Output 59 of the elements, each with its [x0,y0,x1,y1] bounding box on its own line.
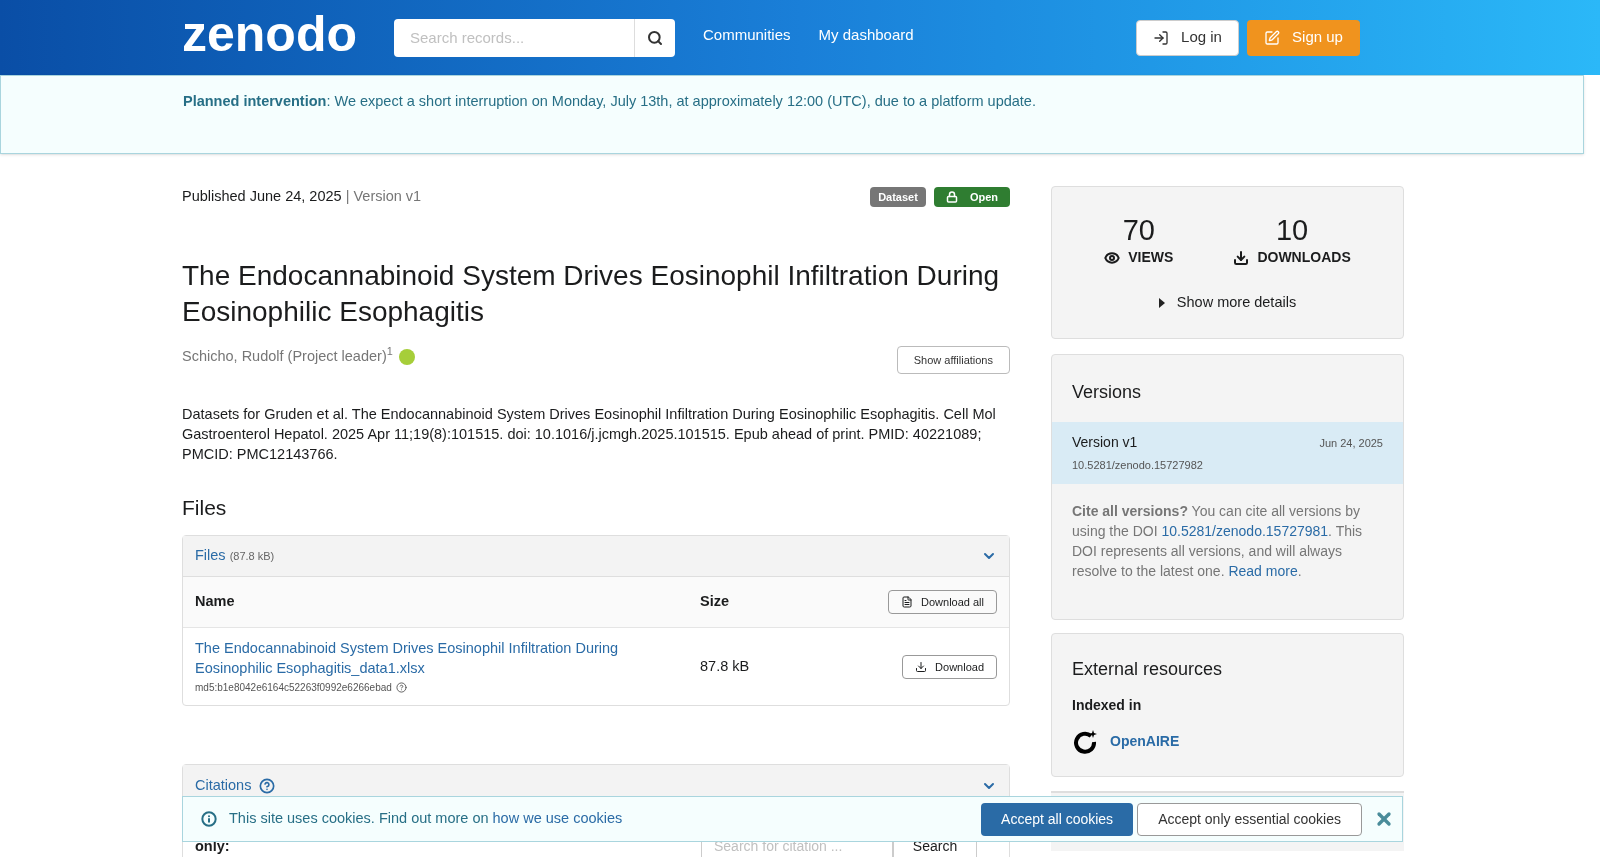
lock-icon [945,190,958,203]
help-icon[interactable] [395,682,407,694]
column-header: Size [700,592,729,612]
close-icon[interactable] [1374,809,1394,829]
help-icon[interactable] [259,778,276,795]
openaire-logo-icon [1072,728,1098,754]
cookie-policy-link[interactable]: how we use cookies [492,810,623,827]
panel-title[interactable]: Files [195,545,226,568]
search-button[interactable] [634,18,675,57]
version-item[interactable]: Version v1 Jun 24, 2025 10.5281/zenodo.15727982 [1052,422,1403,484]
stat-value: 10 [1275,215,1309,245]
record-title: The Endocannabinoid System Drives Eosinophil Infiltration During Eosinophilic Esophagitis [182,258,1001,329]
file-size: 87.8 kB [700,656,750,676]
info-icon [201,811,217,827]
version-label: Version v1 [1072,433,1138,452]
download-all-button[interactable]: Download all [888,590,997,615]
stat-label: VIEWS [1104,247,1174,268]
section-heading: Files [182,494,228,521]
file-link[interactable]: The Endocannabinoid System Drives Eosinophil Infiltration During Eosinophilic Esophagitis_data1.xlsx [195,638,684,679]
description: Datasets for Gruden et al. The Endocannabinoid System Drives Eosinophil Infiltration During Eosinophilic Esophagitis. Cell Mol Gastroenterol Hepatol. 2025 Apr 11;19(8):101515. doi: 10.1016/j.jcmgh.2025.101515. Epub ahead of print. PMID: 40221089; PMCID: PMC12143766. [182,404,997,464]
login-icon [1153,29,1170,46]
download-button[interactable]: Download [902,654,997,679]
announcement-text: Planned intervention: We expect a short interruption on Monday, July 13th, at approximately 12:00 (UTC), due to a platform update. [183,92,1037,111]
caret-icon [1158,297,1165,308]
show-affiliations-button[interactable]: Show affiliations [896,345,1010,374]
column-header: Name [195,592,236,612]
indexed-in-label: Indexed in [1072,696,1143,715]
download-icon [915,660,928,673]
show-more-details-button[interactable]: Show more details [1158,292,1297,314]
cite-all-versions-note: Cite all versions? You can cite all versions by using the DOI 10.5281/zenodo.15727981. This DOI represents all versions, and will always resolve to the latest one. Read more. [1071,501,1364,581]
creator-name[interactable]: Schicho, Rudolf (Project leader)$^{1}$ [182,345,393,368]
panel-title[interactable]: Citations [195,775,252,798]
version-label: | Version v1 [345,188,422,204]
openaire-link[interactable]: OpenAIRE [1110,730,1180,752]
search-field[interactable]: Search records... [394,18,634,57]
eye-icon [1104,249,1121,266]
card-title: External resources [1072,658,1224,681]
filter-label: only: [195,837,231,856]
file-icon [901,596,913,609]
version-date: Jun 24, 2025 [1319,436,1383,451]
nav-link[interactable]: My dashboard [818,24,914,47]
cookie-notice: This site uses cookies. Find out more on how we use cookies [229,809,623,829]
stat-value: 70 [1122,215,1155,245]
download-icon [1233,249,1250,266]
log-in-button[interactable]: Log in [1136,19,1239,56]
doi-link[interactable]: Read more [1228,562,1298,579]
card-title: Versions [1071,381,1143,404]
search-icon [647,29,663,46]
accept-all-cookies-button[interactable]: Accept all cookies [981,802,1134,836]
md5-checksum: md5:b1e8042e6164c52263f0992e6266ebad [195,681,392,696]
version-doi: 10.5281/zenodo.15727982 [1072,458,1204,473]
access-badge: Open [933,186,1010,207]
type-badge: Dataset [870,186,926,207]
nav-link[interactable]: Communities [703,24,791,47]
publish-date: Published June 24, 2025 [182,188,342,204]
stat-label: DOWNLOADS [1233,247,1351,268]
edit-icon [1264,29,1281,46]
accept-essential-cookies-button[interactable]: Accept only essential cookies [1137,802,1362,836]
panel-size: (87.8 kB) [229,549,275,565]
